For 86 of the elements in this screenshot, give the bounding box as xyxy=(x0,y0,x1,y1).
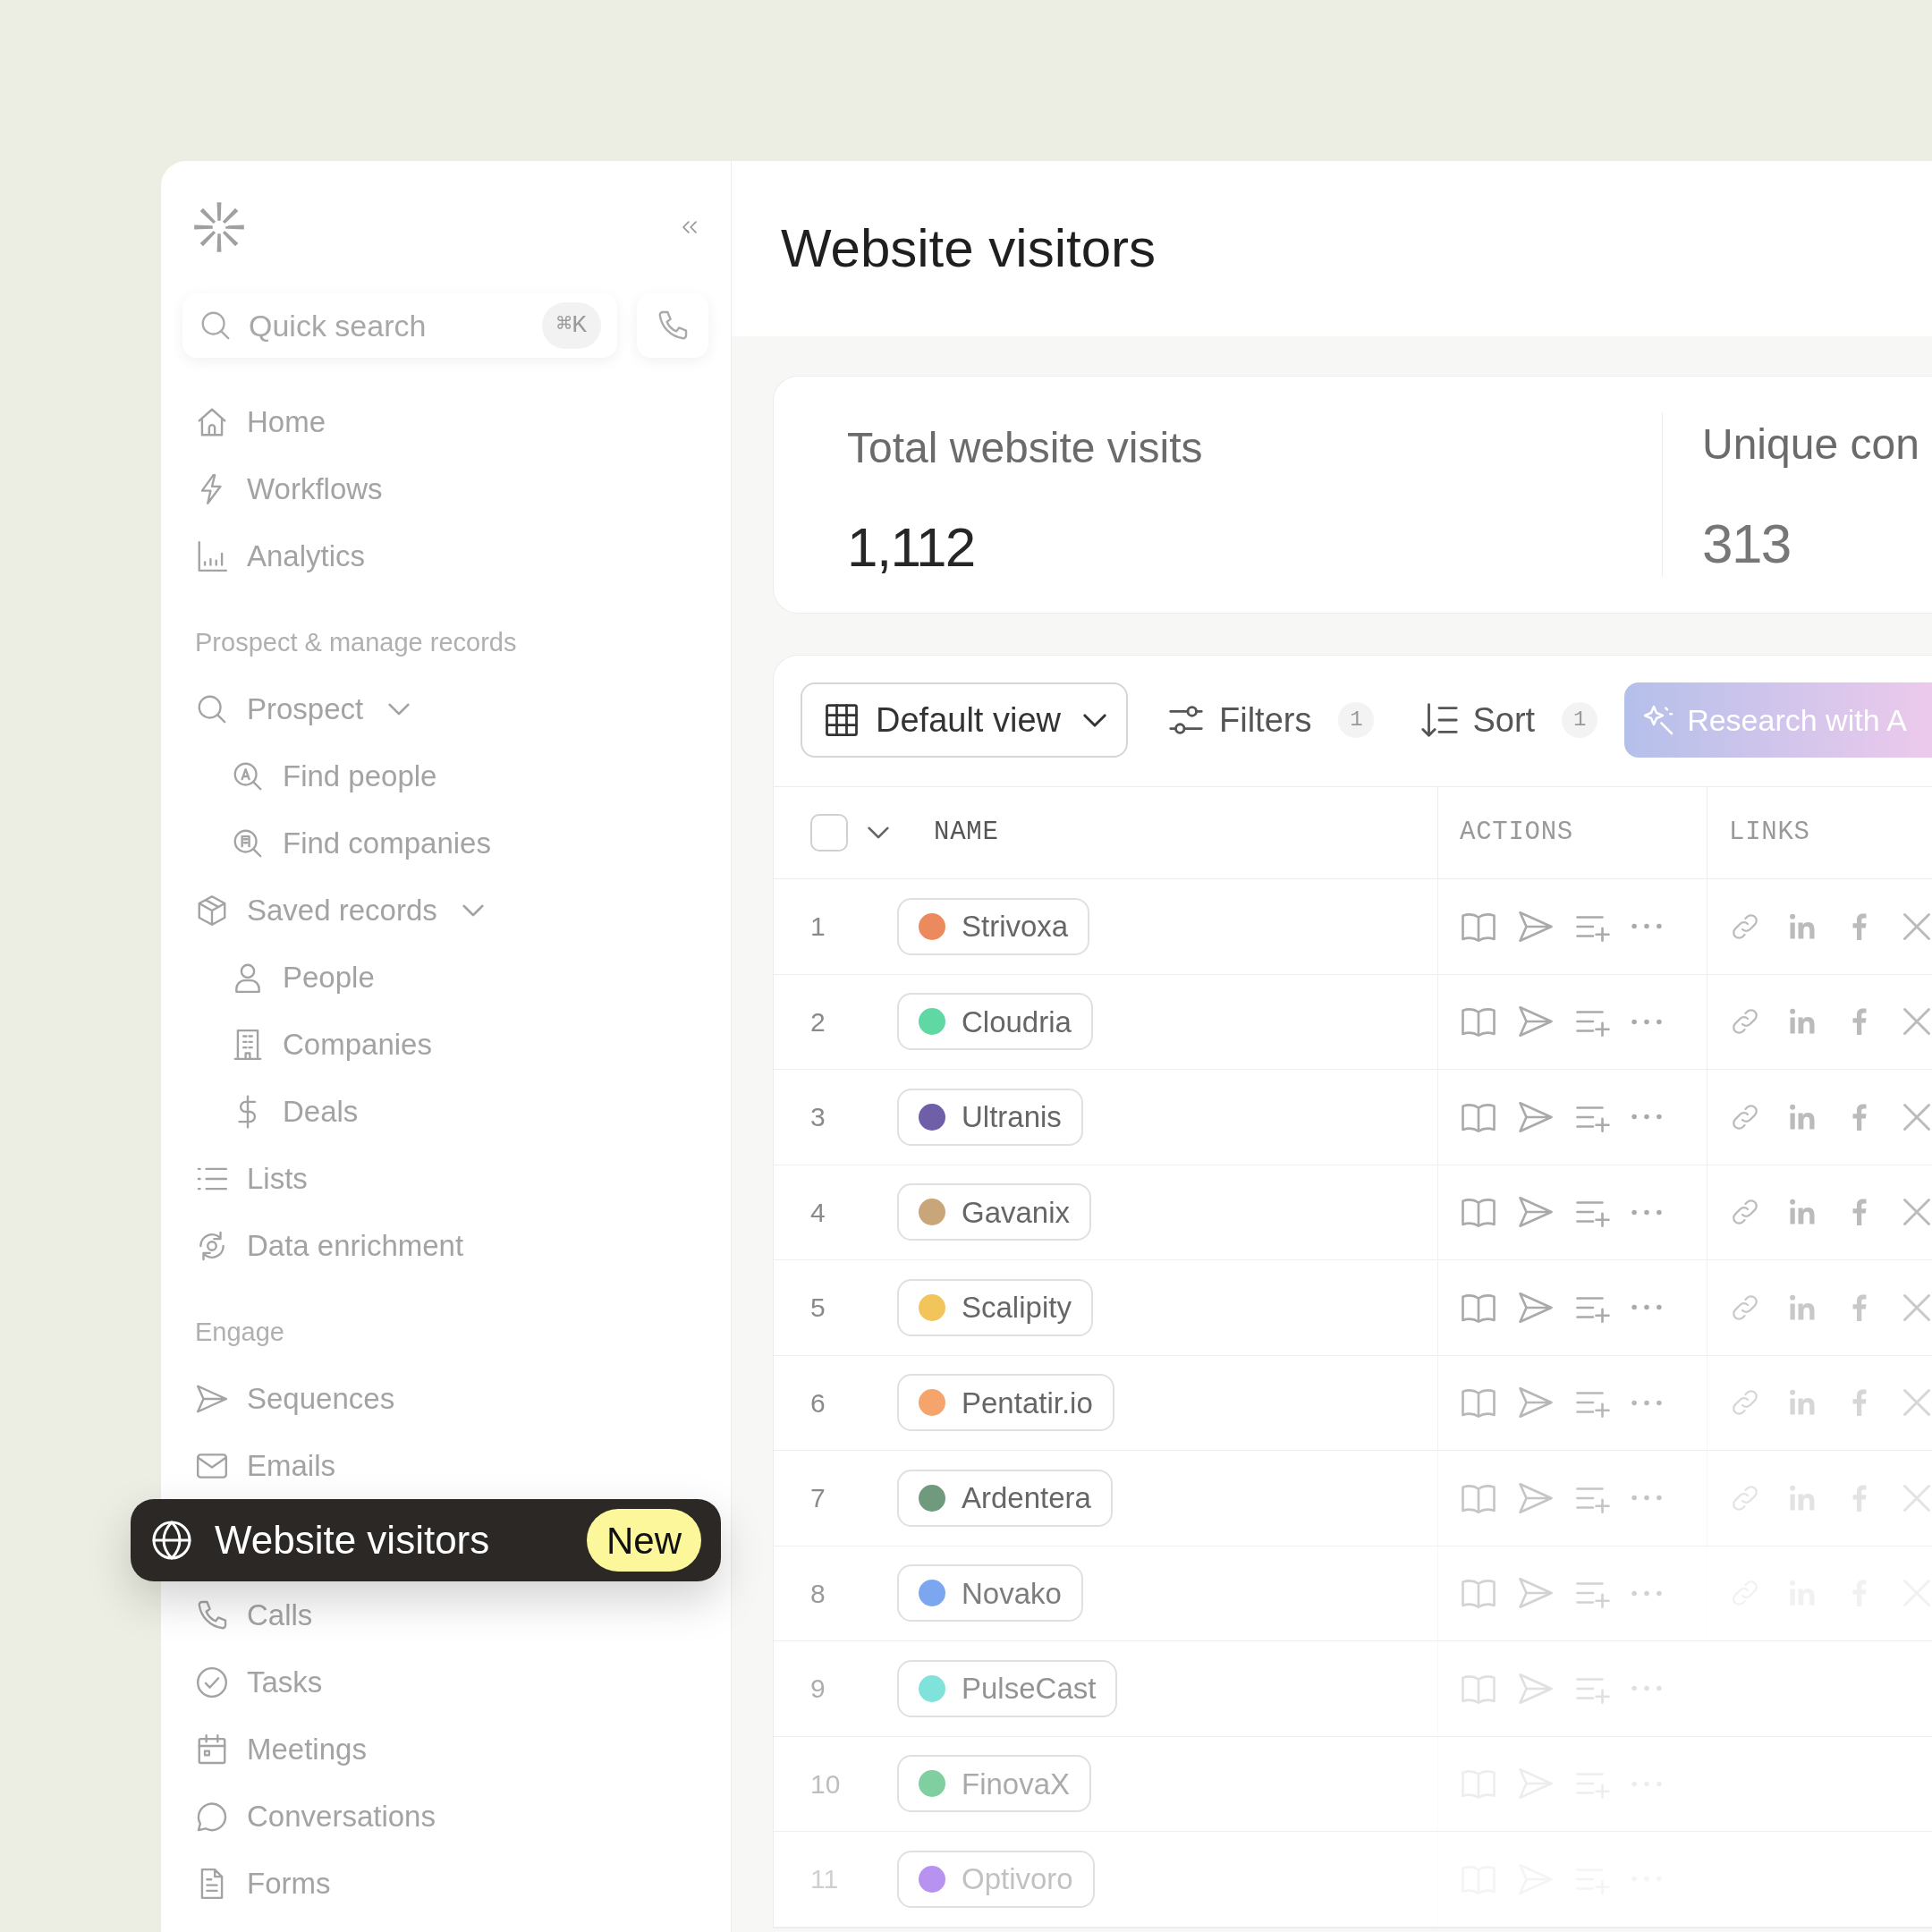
search-field[interactable]: Quick search ⌘K xyxy=(182,293,617,358)
more-icon xyxy=(1631,923,1662,930)
row-number: 6 xyxy=(810,1386,826,1419)
nav-item[interactable]: Emails xyxy=(182,1432,711,1499)
nav-item[interactable]: Home xyxy=(182,388,711,455)
more-icon xyxy=(1631,1208,1662,1216)
more-button[interactable] xyxy=(1631,923,1662,930)
section-heading: Engage xyxy=(194,1317,285,1349)
company-tag[interactable]: FinovaX xyxy=(897,1755,1092,1813)
more-button[interactable] xyxy=(1631,1114,1662,1121)
nav-item[interactable]: Prospect xyxy=(182,675,711,742)
count-badge: 1 xyxy=(1338,702,1375,738)
row-number: 3 xyxy=(810,1101,826,1134)
stat-label: Total website visits xyxy=(847,423,1204,473)
more-icon xyxy=(1631,1495,1662,1502)
more-button[interactable] xyxy=(1631,1589,1662,1597)
nav-item[interactable]: Tasks xyxy=(182,1648,711,1716)
nav-item[interactable]: Deals xyxy=(182,1078,711,1145)
more-button[interactable] xyxy=(1631,1399,1662,1406)
column-header: NAME xyxy=(934,817,999,850)
company-tag[interactable]: Cloudria xyxy=(897,993,1093,1051)
stat-value: 313 xyxy=(1702,512,1792,576)
globe-icon xyxy=(150,1519,193,1562)
section-heading: Prospect & manage records xyxy=(194,627,518,659)
stat-label: Unique con xyxy=(1702,419,1920,470)
company-tag[interactable]: Strivoxa xyxy=(897,897,1090,955)
row-number: 8 xyxy=(810,1577,826,1610)
select-all-checkbox[interactable] xyxy=(810,814,848,852)
nav-item[interactable]: Saved records xyxy=(182,877,711,944)
search-input[interactable]: Quick search xyxy=(249,302,527,349)
more-button[interactable] xyxy=(1631,1304,1662,1311)
more-button[interactable] xyxy=(1631,1018,1662,1025)
sort-button[interactable]: Sort 1 xyxy=(1419,682,1598,758)
research-button[interactable]: Research with A xyxy=(1624,682,1932,758)
row-number: 4 xyxy=(810,1196,826,1229)
stat-value: 1,112 xyxy=(847,515,976,580)
nav-item[interactable]: Sequences xyxy=(182,1365,711,1432)
more-button[interactable] xyxy=(1631,1495,1662,1502)
more-icon xyxy=(1631,1018,1662,1025)
nav-item[interactable]: Companies xyxy=(182,1011,711,1078)
nav-item[interactable]: Find companies xyxy=(182,809,711,877)
nav-item[interactable]: Conversations xyxy=(182,1783,711,1850)
more-button[interactable] xyxy=(1631,1685,1662,1692)
row-number: 1 xyxy=(810,911,826,944)
count-badge: 1 xyxy=(1562,702,1598,738)
view-dropdown[interactable]: Default view xyxy=(801,682,1128,758)
more-icon xyxy=(1631,1399,1662,1406)
nav-item[interactable]: Forms xyxy=(182,1850,711,1917)
company-tag[interactable]: Ardentera xyxy=(897,1469,1113,1527)
row-number: 9 xyxy=(810,1673,826,1706)
row-number: 5 xyxy=(810,1292,826,1325)
nav-item[interactable]: People xyxy=(182,944,711,1011)
more-icon xyxy=(1631,1685,1662,1692)
column-header: ACTIONS xyxy=(1460,817,1573,850)
nav-item[interactable]: Meetings xyxy=(182,1716,711,1783)
row-number: 2 xyxy=(810,1005,826,1038)
nav-item[interactable]: Website visitors New xyxy=(131,1499,721,1581)
company-tag[interactable]: Optivoro xyxy=(897,1850,1095,1908)
row-number: 10 xyxy=(810,1767,842,1801)
nav-item[interactable]: Find people xyxy=(182,742,711,809)
row-number: 7 xyxy=(810,1482,826,1515)
page-title: Website visitors xyxy=(781,217,1156,280)
company-tag[interactable]: Ultranis xyxy=(897,1088,1083,1146)
shortcut-hint: ⌘K xyxy=(542,302,601,349)
filters-button[interactable]: Filters 1 xyxy=(1165,682,1375,758)
more-icon xyxy=(1631,1589,1662,1597)
more-button[interactable] xyxy=(1631,1208,1662,1216)
nav-item[interactable]: Lists xyxy=(182,1145,711,1212)
company-tag[interactable]: PulseCast xyxy=(897,1659,1118,1717)
chevron-icon xyxy=(868,826,889,839)
company-tag[interactable]: Scalipity xyxy=(897,1278,1093,1336)
nav-item[interactable]: Workflows xyxy=(182,455,711,522)
chevron-icon xyxy=(1083,713,1106,727)
more-icon xyxy=(1631,1304,1662,1311)
new-badge: New xyxy=(586,1509,701,1572)
company-tag[interactable]: Novako xyxy=(897,1564,1083,1623)
more-icon xyxy=(1631,1114,1662,1121)
check-circle-icon xyxy=(195,1665,229,1699)
column-header: LINKS xyxy=(1729,817,1810,850)
company-tag[interactable]: Gavanix xyxy=(897,1183,1092,1241)
logo-icon xyxy=(193,201,245,253)
call-button[interactable] xyxy=(637,293,708,358)
nav-item[interactable]: Data enrichment xyxy=(182,1212,711,1279)
nav-item[interactable]: Analytics xyxy=(182,522,711,589)
company-tag[interactable]: Pentatir.io xyxy=(897,1374,1114,1432)
nav-item[interactable]: Calls xyxy=(182,1581,711,1648)
